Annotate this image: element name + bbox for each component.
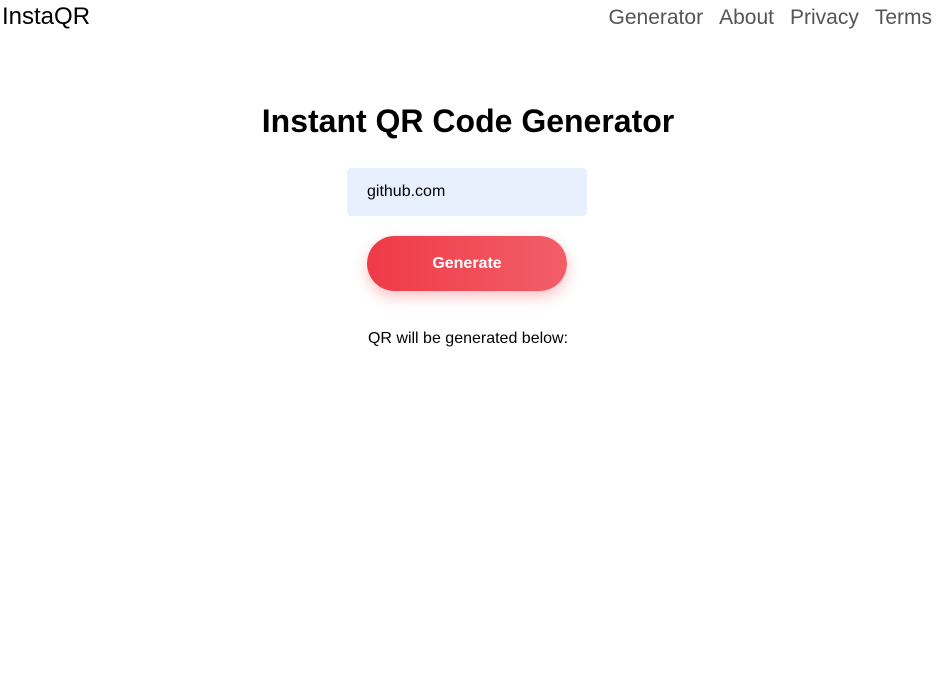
brand-logo-link[interactable]: InstaQR (2, 3, 90, 31)
generate-button[interactable]: Generate (367, 236, 567, 291)
url-input[interactable] (347, 168, 587, 216)
main-nav: Generator About Privacy Terms (609, 4, 932, 32)
nav-link-privacy[interactable]: Privacy (790, 4, 859, 32)
page-title: Instant QR Code Generator (261, 103, 675, 139)
qr-output-caption: QR will be generated below: (367, 330, 569, 347)
qr-code-output-area (368, 360, 568, 560)
nav-link-terms[interactable]: Terms (875, 4, 932, 32)
page: InstaQR Generator About Privacy Terms In… (0, 0, 936, 697)
nav-link-generator[interactable]: Generator (609, 4, 704, 32)
nav-link-about[interactable]: About (719, 4, 774, 32)
top-nav-bar: InstaQR Generator About Privacy Terms (0, 0, 936, 40)
